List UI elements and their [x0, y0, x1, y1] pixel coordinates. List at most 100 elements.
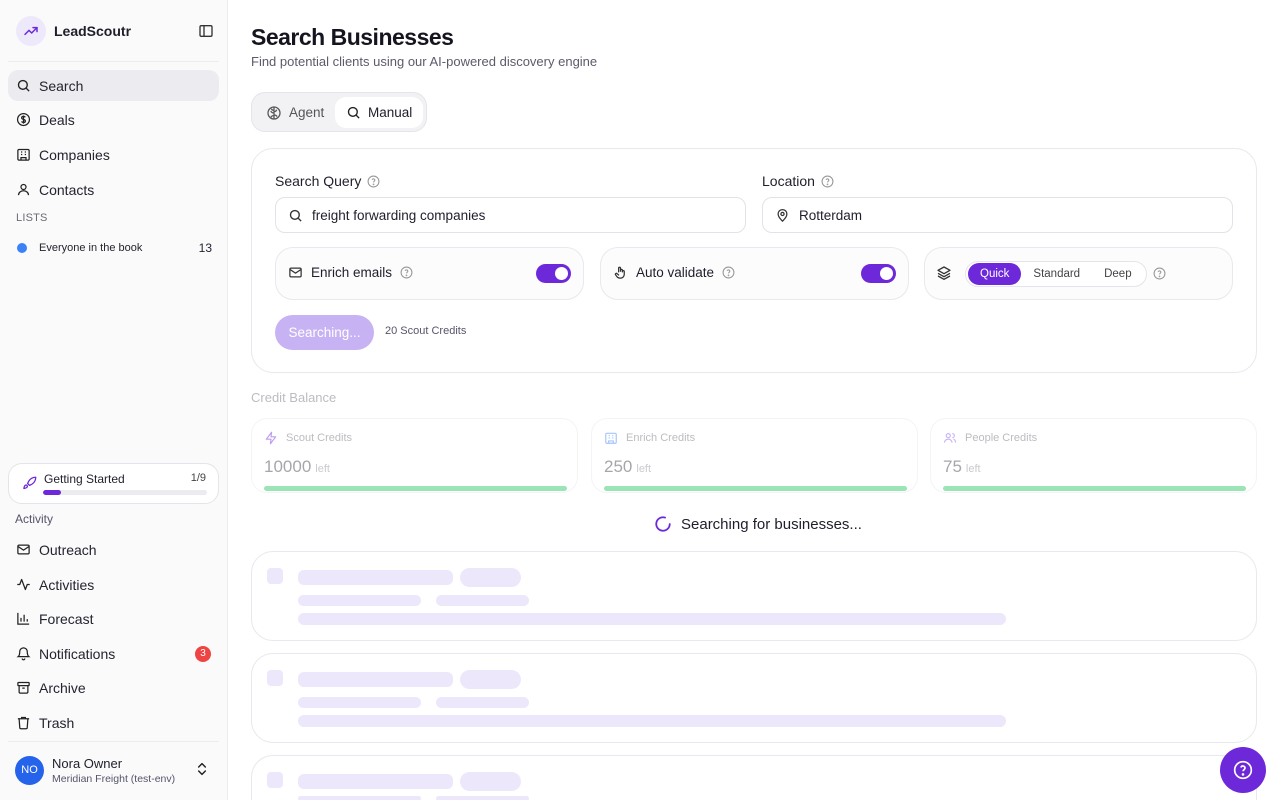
location-input[interactable]: Rotterdam: [762, 197, 1233, 233]
credit-progress: [943, 486, 1246, 491]
enrich-emails-toggle[interactable]: [536, 264, 571, 283]
tab-label: Manual: [368, 105, 413, 120]
nav-label: Forecast: [39, 610, 94, 627]
page-subtitle: Find potential clients using our AI-powe…: [251, 54, 598, 69]
nav-item-deals[interactable]: Deals: [8, 104, 219, 135]
nav-item-companies[interactable]: Companies: [8, 139, 219, 170]
auto-validate-toggle[interactable]: [861, 264, 896, 283]
nav-label: Search: [39, 77, 84, 94]
user-org: Meridian Freight (test-env): [52, 772, 176, 785]
skeleton-block: [267, 568, 283, 584]
dollar-icon: [16, 112, 31, 127]
user-icon: [17, 183, 30, 196]
scout-credits-card: Scout Credits 10000 left: [251, 418, 578, 493]
rocket-icon: [23, 476, 37, 490]
tab-manual[interactable]: Manual: [335, 97, 424, 128]
credit-value: 250: [604, 457, 633, 476]
list-item-everyone[interactable]: Everyone in the book 13: [8, 238, 219, 258]
mail-icon: [289, 267, 302, 278]
bolt-icon: [265, 431, 277, 445]
depth-standard[interactable]: Standard: [1021, 263, 1092, 285]
user-menu[interactable]: NO Nora Owner Meridian Freight (test-env…: [8, 752, 219, 788]
credit-left-suffix: left: [315, 463, 330, 475]
notifications-badge: 3: [195, 645, 211, 662]
building-icon: [605, 432, 617, 444]
help-circle-icon[interactable]: [821, 175, 834, 188]
panel-left-icon: [199, 25, 213, 37]
help-circle-icon[interactable]: [400, 266, 413, 279]
credit-label: People Credits: [965, 432, 1038, 444]
skeleton-block: [460, 670, 521, 689]
help-circle-icon[interactable]: [722, 266, 735, 279]
nav-item-forecast[interactable]: Forecast: [8, 603, 219, 634]
location-value: Rotterdam: [799, 207, 863, 223]
skeleton-block: [267, 772, 283, 788]
list-color-dot: [17, 243, 27, 253]
credit-label: Scout Credits: [286, 432, 353, 444]
credit-balance-heading: Credit Balance: [251, 390, 337, 405]
skeleton-block: [436, 796, 529, 800]
nav-item-archive[interactable]: Archive: [8, 672, 219, 703]
brain-icon: [267, 105, 281, 120]
getting-started-card[interactable]: Getting Started 1/9: [8, 463, 219, 504]
credit-left-suffix: left: [965, 463, 981, 475]
search-icon: [17, 79, 30, 92]
depth-quick[interactable]: Quick: [968, 263, 1022, 285]
people-credits-card: People Credits 75 left: [930, 418, 1257, 493]
archive-icon: [17, 681, 30, 694]
help-circle-icon[interactable]: [1153, 267, 1166, 280]
getting-started-count: 1/9: [190, 472, 206, 484]
activity-icon: [17, 578, 30, 591]
nav-label: Deals: [39, 111, 75, 128]
search-icon: [347, 106, 360, 119]
depth-deep[interactable]: Deep: [1092, 263, 1144, 285]
user-name: Nora Owner: [52, 755, 123, 771]
search-query-input[interactable]: freight forwarding companies: [275, 197, 746, 233]
bar-chart-icon: [17, 612, 30, 625]
nav-item-contacts[interactable]: Contacts: [8, 174, 219, 205]
page-title: Search Businesses: [251, 24, 454, 50]
skeleton-block: [298, 672, 453, 687]
skeleton-block: [436, 697, 529, 708]
label-text: Search Query: [275, 173, 362, 189]
brand-name: LeadScoutr: [54, 23, 132, 39]
nav-item-activities[interactable]: Activities: [8, 569, 219, 600]
search-button[interactable]: Searching...: [275, 315, 374, 350]
nav-label: Outreach: [39, 541, 97, 558]
progress-fill: [43, 490, 62, 495]
skeleton-block: [298, 796, 421, 800]
trash-icon: [17, 716, 30, 730]
nav-item-search[interactable]: Search: [8, 70, 219, 101]
sidebar-toggle-button[interactable]: [196, 21, 216, 41]
bell-icon: [16, 647, 31, 661]
skeleton-block: [298, 697, 421, 708]
list-label: Everyone in the book: [39, 242, 143, 254]
progress-fill: [604, 486, 907, 491]
chevrons-up-down-icon: [197, 762, 207, 776]
skeleton-block: [460, 568, 521, 587]
nav-item-trash[interactable]: Trash: [8, 707, 219, 738]
brand[interactable]: LeadScoutr: [16, 15, 131, 47]
help-button[interactable]: [1220, 747, 1266, 793]
trending-up-icon: [16, 16, 46, 46]
tab-label: Agent: [289, 105, 325, 120]
credit-value: 75: [943, 457, 962, 476]
nav-item-notifications[interactable]: Notifications 3: [8, 638, 219, 669]
layers-icon: [937, 266, 951, 280]
lists-heading: LISTS: [16, 212, 48, 224]
list-count: 13: [198, 241, 212, 255]
activity-heading: Activity: [15, 512, 54, 526]
search-query-label: Search Query: [275, 173, 380, 189]
credit-left-suffix: left: [636, 463, 652, 475]
searching-status-text: Searching for businesses...: [681, 515, 862, 533]
nav-label: Companies: [39, 146, 110, 163]
auto-validate-label: Auto validate: [636, 265, 715, 280]
tab-agent[interactable]: Agent: [255, 97, 335, 128]
searching-status: Searching for businesses...: [654, 515, 862, 533]
enrich-credits-card: Enrich Credits 250 left: [591, 418, 918, 493]
skeleton-block: [298, 570, 453, 585]
credit-label: Enrich Credits: [626, 432, 696, 444]
nav-item-outreach[interactable]: Outreach: [8, 534, 219, 565]
skeleton-block: [298, 715, 1006, 727]
help-circle-icon[interactable]: [367, 175, 380, 188]
